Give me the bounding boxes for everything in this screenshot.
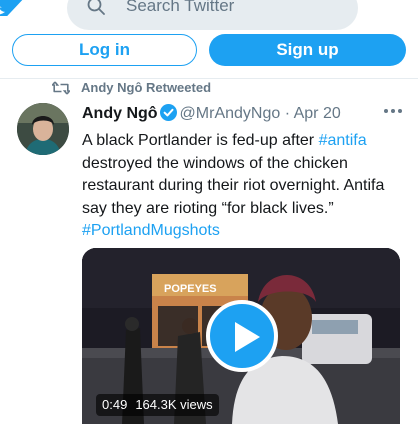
retweet-icon	[52, 81, 70, 95]
verified-badge-icon	[159, 104, 177, 121]
top-bar: Search Twitter	[0, 0, 418, 38]
tweet-header: Andy Ngô @MrAndyNgo · Apr 20	[82, 104, 341, 123]
store-sign-text: POPEYES	[164, 283, 217, 295]
meta-separator: ·	[280, 105, 294, 122]
login-button[interactable]: Log in	[12, 34, 197, 66]
search-bar[interactable]: Search Twitter	[67, 0, 358, 30]
divider	[0, 78, 418, 79]
search-input[interactable]: Search Twitter	[126, 0, 234, 16]
video-views: 164.3K views	[135, 397, 213, 412]
video-stats: 0:49 164.3K views	[96, 394, 219, 416]
search-icon	[87, 0, 105, 15]
twitter-logo-icon	[0, 0, 23, 16]
hashtag-portlandmugshots[interactable]: #PortlandMugshots	[82, 222, 220, 239]
video-duration: 0:49	[102, 397, 128, 412]
author-handle[interactable]: @MrAndyNgo	[180, 105, 281, 122]
author-name[interactable]: Andy Ngô	[82, 105, 158, 122]
play-button[interactable]	[206, 300, 278, 372]
video-player[interactable]: POPEYES 0:49 164.3K views	[82, 248, 400, 424]
signup-button[interactable]: Sign up	[209, 34, 406, 66]
hashtag-antifa[interactable]: #antifa	[319, 132, 367, 149]
play-icon	[235, 322, 260, 352]
tweet-text: A black Portlander is fed-up after #anti…	[82, 130, 412, 243]
tweet-date[interactable]: Apr 20	[294, 105, 341, 122]
avatar[interactable]	[17, 103, 69, 155]
retweet-label: Andy Ngô Retweeted	[81, 80, 212, 95]
tweet-text-part: destroyed the windows of the chicken res…	[82, 154, 385, 217]
more-options-icon[interactable]	[382, 104, 404, 118]
avatar-photo	[17, 103, 69, 155]
tweet-text-part: A black Portlander is fed-up after	[82, 132, 319, 149]
